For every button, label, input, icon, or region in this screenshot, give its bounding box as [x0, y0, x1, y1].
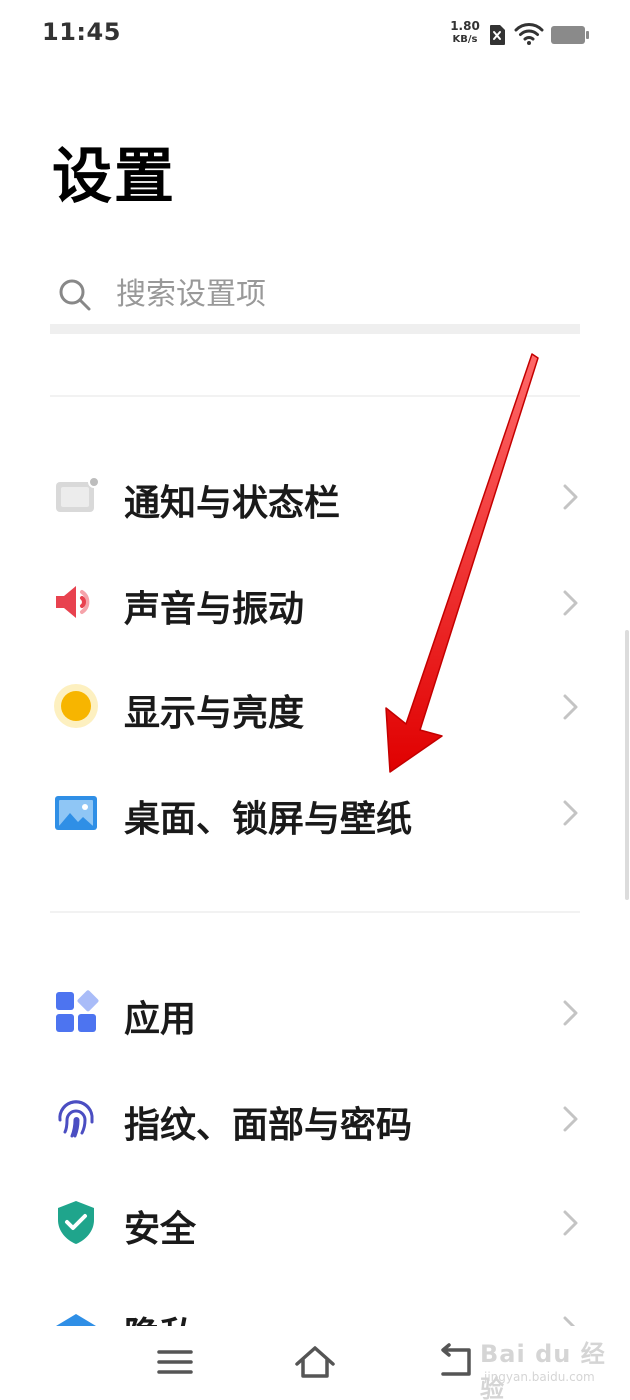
settings-item-label: 通知与状态栏 — [124, 483, 341, 524]
brightness-icon — [54, 684, 98, 728]
wifi-icon — [514, 23, 544, 45]
network-speed-unit: KB/s — [452, 34, 478, 45]
menu-icon[interactable] — [155, 1344, 195, 1380]
notification-statusbar-icon — [56, 476, 100, 512]
settings-item-label: 指纹、面部与密码 — [124, 1105, 413, 1146]
search-box[interactable] — [50, 262, 580, 324]
settings-item-fingerprint[interactable]: 指纹、面部与密码 — [0, 1068, 630, 1172]
chevron-right-icon — [563, 694, 578, 720]
section-divider — [50, 911, 580, 913]
scroll-indicator[interactable] — [625, 630, 629, 900]
settings-item-label: 安全 — [124, 1209, 197, 1250]
chevron-right-icon — [563, 590, 578, 616]
baidu-jingyan-watermark: Bai du 经验 jingyan.baidu.com — [470, 1328, 620, 1400]
settings-item-label: 应用 — [124, 999, 197, 1040]
fingerprint-icon — [58, 1100, 94, 1138]
watermark-url: jingyan.baidu.com — [484, 1370, 595, 1384]
watermark-text: Bai du 经验 — [480, 1340, 606, 1400]
chevron-right-icon — [563, 1106, 578, 1132]
chevron-right-icon — [563, 1210, 578, 1236]
wallpaper-icon — [55, 796, 97, 830]
chevron-right-icon — [563, 484, 578, 510]
search-icon — [59, 279, 91, 311]
speaker-icon — [56, 586, 90, 618]
chevron-right-icon — [563, 1000, 578, 1026]
page-title: 设置 — [52, 142, 176, 212]
chevron-right-icon — [563, 800, 578, 826]
battery-icon — [551, 26, 589, 44]
sim-off-icon — [490, 25, 505, 45]
status-bar: 11:45 1.80 KB/s — [0, 0, 630, 70]
annotation-arrow — [385, 353, 539, 773]
settings-item-security[interactable]: 安全 — [0, 1172, 630, 1276]
network-speed-value: 1.80 — [450, 19, 480, 33]
search-input[interactable] — [116, 270, 556, 318]
status-time: 11:45 — [42, 18, 121, 46]
settings-item-label: 显示与亮度 — [124, 693, 305, 734]
settings-item-label: 声音与振动 — [124, 589, 305, 630]
home-icon[interactable] — [292, 1342, 338, 1382]
settings-item-apps[interactable]: 应用 — [0, 962, 630, 1066]
apps-grid-icon — [56, 990, 99, 1032]
settings-item-label: 桌面、锁屏与壁纸 — [124, 799, 413, 840]
shield-check-icon — [58, 1201, 94, 1244]
network-speed: 1.80 KB/s — [447, 20, 483, 46]
back-icon[interactable] — [435, 1342, 475, 1382]
search-underline — [50, 324, 580, 334]
